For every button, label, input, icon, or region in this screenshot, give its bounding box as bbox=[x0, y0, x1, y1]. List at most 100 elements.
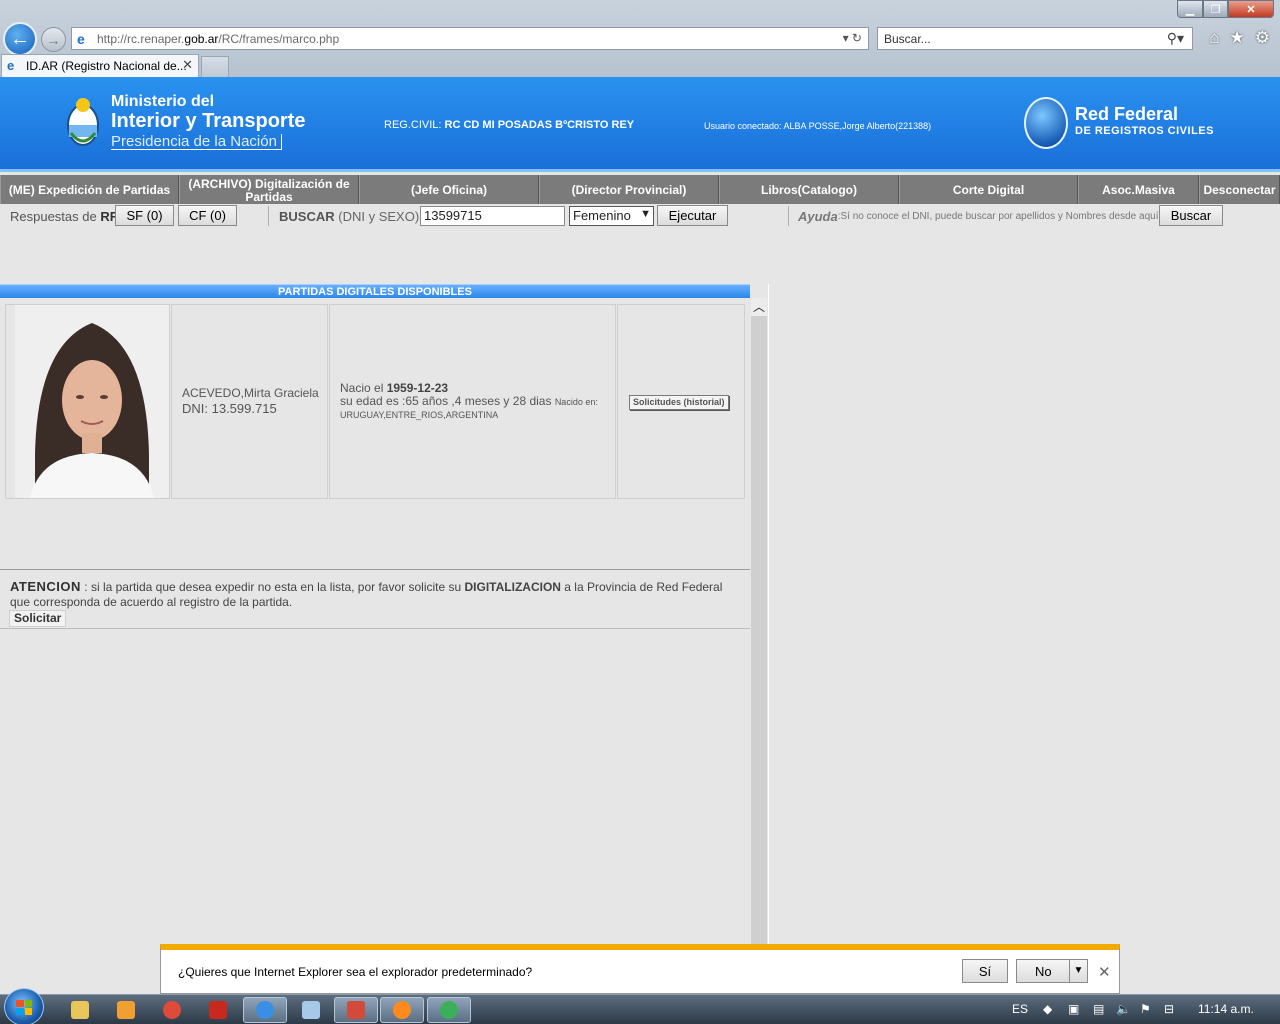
vertical-scrollbar[interactable]: ︿ bbox=[751, 298, 767, 944]
main-menu: (ME) Expedición de Partidas (ARCHIVO) Di… bbox=[0, 175, 1280, 204]
home-icon[interactable]: ⌂ bbox=[1209, 28, 1219, 48]
chevron-up-icon[interactable]: ︿ bbox=[751, 298, 767, 316]
ayuda-heading: Ayuda bbox=[798, 208, 838, 224]
divider bbox=[788, 206, 789, 226]
network-tray-icon[interactable]: ▣ bbox=[1068, 1002, 1079, 1016]
browser-chrome: ▁ ❐ ✕ ← → e http://rc.renaper.gob.ar/RC/… bbox=[0, 0, 1280, 77]
buscar-label: BUSCAR (DNI y SEXO) bbox=[279, 204, 419, 228]
chevron-down-icon: ▼ bbox=[640, 208, 651, 220]
sf-button[interactable]: SF (0) bbox=[115, 205, 174, 226]
birth-info: Nacio el 1959-12-23 su edad es :65 años … bbox=[340, 382, 598, 422]
no-button-label: No bbox=[1035, 963, 1052, 979]
notepad-taskbar-icon[interactable] bbox=[289, 997, 333, 1023]
maximize-button[interactable]: ❐ bbox=[1203, 0, 1228, 18]
menu-desconectar[interactable]: Desconectar bbox=[1199, 175, 1280, 204]
divider bbox=[268, 206, 269, 226]
ministerio-line-3: Presidencia de la Nación bbox=[111, 134, 282, 150]
explorer-taskbar-icon[interactable] bbox=[58, 997, 102, 1023]
display-tray-icon[interactable]: ▤ bbox=[1093, 1002, 1104, 1016]
menu-asoc-masiva[interactable]: Asoc.Masiva bbox=[1078, 175, 1199, 204]
search-toolbar: Respuestas de RF SF (0) CF (0) BUSCAR (D… bbox=[0, 204, 1280, 228]
language-indicator[interactable]: ES bbox=[1012, 1002, 1028, 1016]
chrome-taskbar-icon[interactable] bbox=[150, 997, 194, 1023]
birth-date: 1959-12-23 bbox=[386, 381, 449, 395]
menu-digitalizacion-partidas[interactable]: (ARCHIVO) Digitalización de Partidas bbox=[179, 175, 359, 204]
chrome-taskbar-icon-2[interactable] bbox=[427, 997, 471, 1023]
ministerio-logo-text: Ministerio del Interior y Transporte Pre… bbox=[111, 94, 306, 150]
volume-icon[interactable]: 🔈 bbox=[1116, 1002, 1131, 1016]
scrollbar-track[interactable] bbox=[751, 316, 767, 944]
menu-jefe-oficina[interactable]: (Jefe Oficina) bbox=[359, 175, 539, 204]
minimize-button[interactable]: ▁ bbox=[1177, 0, 1203, 18]
acrobat-taskbar-icon[interactable] bbox=[196, 997, 240, 1023]
respuestas-label: Respuestas de RF bbox=[10, 204, 118, 228]
search-icon[interactable]: ⚲▾ bbox=[1167, 30, 1184, 47]
tab-title: ID.AR (Registro Nacional de... bbox=[26, 59, 187, 73]
ministerio-line-1: Ministerio del bbox=[111, 93, 215, 110]
browser-tab[interactable]: e ID.AR (Registro Nacional de... ✕ bbox=[1, 54, 199, 77]
cf-button[interactable]: CF (0) bbox=[178, 205, 237, 226]
windows-logo-icon bbox=[16, 1000, 32, 1015]
person-name: ACEVEDO,Mirta Graciela bbox=[182, 386, 319, 400]
birth-label: Nacio el bbox=[340, 381, 384, 395]
presentation-taskbar-icon[interactable] bbox=[334, 997, 378, 1023]
refresh-icon[interactable]: ▾ ↻ bbox=[843, 31, 862, 45]
no-button[interactable]: No ▼ bbox=[1016, 959, 1088, 983]
firefox-taskbar-icon[interactable] bbox=[380, 997, 424, 1023]
solicitudes-historial-button[interactable]: Solicitudes (historial) bbox=[629, 395, 729, 410]
start-button[interactable] bbox=[4, 988, 44, 1024]
ie-page-icon: e bbox=[77, 31, 85, 47]
ministerio-line-2: Interior y Transporte bbox=[111, 110, 306, 132]
close-tab-icon[interactable]: ✕ bbox=[182, 57, 193, 73]
chevron-down-icon[interactable]: ▼ bbox=[1069, 960, 1087, 982]
close-window-button[interactable]: ✕ bbox=[1228, 0, 1274, 18]
gear-icon[interactable]: ⚙ bbox=[1255, 28, 1270, 48]
security-tray-icon[interactable]: ◆ bbox=[1043, 1002, 1052, 1016]
favorites-star-icon[interactable]: ★ bbox=[1230, 28, 1245, 48]
menu-director-provincial[interactable]: (Director Provincial) bbox=[539, 175, 719, 204]
atencion-text-a: : si la partida que desea expedir no est… bbox=[84, 580, 462, 594]
right-frame bbox=[768, 284, 1280, 944]
dni-input[interactable]: 13599715 bbox=[420, 206, 565, 226]
person-info: ACEVEDO,Mirta Graciela DNI: 13.599.715 bbox=[182, 385, 319, 417]
coat-of-arms-icon bbox=[67, 98, 99, 146]
age-text: su edad es :65 años ,4 meses y 28 dias bbox=[340, 394, 552, 408]
menu-libros-catalogo[interactable]: Libros(Catalogo) bbox=[719, 175, 899, 204]
search-box[interactable]: Buscar... ⚲▾ bbox=[877, 27, 1193, 50]
solicitar-button[interactable]: Solicitar bbox=[9, 610, 67, 627]
birthplace: URUGUAY,ENTRE_RIOS,ARGENTINA bbox=[340, 410, 499, 420]
menu-corte-digital[interactable]: Corte Digital bbox=[899, 175, 1078, 204]
buscar-nombre-button[interactable]: Buscar bbox=[1159, 205, 1223, 226]
page-header: Ministerio del Interior y Transporte Pre… bbox=[0, 77, 1280, 172]
media-player-taskbar-icon[interactable] bbox=[104, 997, 148, 1023]
action-center-flag-icon[interactable]: ⚑ bbox=[1140, 1002, 1151, 1016]
person-dni: DNI: 13.599.715 bbox=[182, 401, 277, 416]
sexo-selected-value: Femenino bbox=[573, 208, 631, 223]
respuestas-text: Respuestas de bbox=[10, 208, 97, 224]
reg-civil-info: REG.CIVIL: RC CD MI POSADAS BºCRISTO REY bbox=[384, 119, 634, 131]
person-photo-image bbox=[15, 305, 169, 498]
buscar-heading: BUSCAR bbox=[279, 208, 335, 224]
reg-civil-label: REG.CIVIL: bbox=[384, 119, 442, 131]
arrow-right-icon: → bbox=[46, 31, 61, 48]
atencion-text: ATENCION : si la partida que desea exped… bbox=[10, 579, 745, 610]
ejecutar-button[interactable]: Ejecutar bbox=[657, 205, 728, 226]
connected-user: Usuario conectado: ALBA POSSE,Jorge Albe… bbox=[704, 121, 932, 131]
back-button[interactable]: ← bbox=[3, 22, 37, 56]
browser-toolbar-icons: ⌂ ★ ⚙ bbox=[1209, 28, 1270, 48]
person-photo bbox=[15, 305, 169, 498]
clock[interactable]: 11:14 a.m. bbox=[1198, 1002, 1254, 1016]
red-federal-globe-icon bbox=[1024, 97, 1068, 149]
windows-taskbar: ES ◆ ▣ ▤ 🔈 ⚑ ⊟ 11:14 a.m. bbox=[0, 988, 1280, 1024]
close-icon[interactable]: ✕ bbox=[1098, 963, 1111, 981]
network-connection-icon[interactable]: ⊟ bbox=[1164, 1002, 1174, 1016]
menu-expedicion-partidas[interactable]: (ME) Expedición de Partidas bbox=[0, 175, 179, 204]
sexo-select[interactable]: Femenino ▼ bbox=[569, 206, 654, 226]
new-tab-button[interactable] bbox=[201, 56, 229, 77]
address-bar[interactable]: e http://rc.renaper.gob.ar/RC/frames/mar… bbox=[71, 27, 869, 50]
ie-taskbar-icon[interactable] bbox=[243, 997, 287, 1023]
notification-question: ¿Quieres que Internet Explorer sea el ex… bbox=[178, 965, 533, 979]
birthplace-label: Nacido en: bbox=[554, 397, 598, 407]
si-button[interactable]: Sí bbox=[962, 959, 1008, 983]
forward-button[interactable]: → bbox=[41, 27, 66, 52]
